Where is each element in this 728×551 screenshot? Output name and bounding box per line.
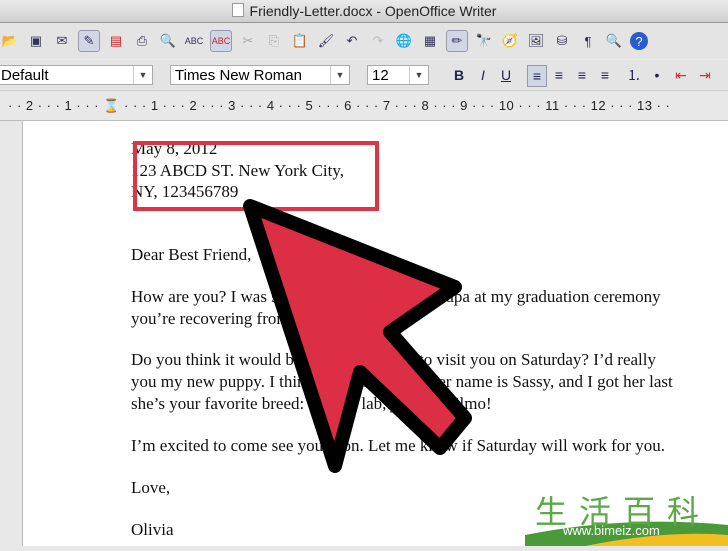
watermark-url: www.bimeiz.com: [563, 523, 660, 538]
pointer-arrow-icon: [243, 199, 472, 473]
watermark-logo: 生活百科 www.bimeiz.com: [525, 485, 728, 546]
arrow-shape: [243, 199, 472, 473]
